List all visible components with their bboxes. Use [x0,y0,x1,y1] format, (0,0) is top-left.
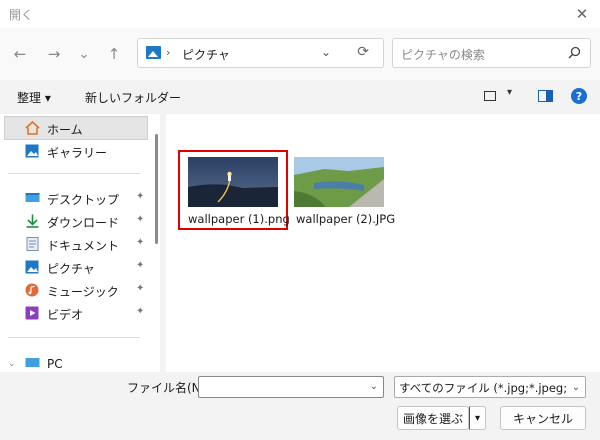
address-bar[interactable]: › ピクチャ ⌄ ⟳ [137,38,384,68]
refresh-icon[interactable]: ⟳ [357,44,369,60]
sidebar-item-label: ミュージック [47,285,119,299]
sidebar-item-label: ビデオ [47,308,84,322]
preview-pane-icon[interactable] [538,90,553,102]
filetype-value: すべてのファイル (*.jpg;*.jpeg;*.bmp [399,381,586,395]
pin-icon[interactable]: ✦ [136,214,144,225]
filetype-select[interactable]: すべてのファイル (*.jpg;*.jpeg;*.bmp ⌄ [394,376,586,398]
sidebar-scrollbar[interactable] [155,134,158,244]
sidebar-item-label: ドキュメント [47,239,120,253]
back-arrow-icon[interactable]: ← [8,43,32,65]
new-folder-button[interactable]: 新しいフォルダー [85,89,181,106]
sidebar-item-home[interactable]: ホーム [4,116,148,140]
sidebar-item-pictures[interactable]: ピクチャ ✦ [4,255,148,279]
sidebar-item-label: デスクトップ [47,193,120,207]
pin-icon[interactable]: ✦ [136,283,144,294]
file-thumbnail [294,157,384,207]
filename-input[interactable]: ⌄ [198,376,384,398]
download-icon [26,214,39,228]
cancel-button[interactable]: キャンセル [500,406,586,430]
pin-icon[interactable]: ✦ [136,306,144,317]
forward-arrow-icon[interactable]: → [42,43,66,65]
sidebar-item-downloads[interactable]: ダウンロード ✦ [4,209,148,233]
chevron-down-icon[interactable]: ⌄ [567,377,585,397]
sidebar-item-music[interactable]: ミュージック ✦ [4,278,148,302]
desktop-icon [25,193,40,202]
title-bar: 開く ✕ [0,0,600,28]
breadcrumb-pictures[interactable]: ピクチャ [182,46,230,63]
up-arrow-icon[interactable]: ↑ [102,43,126,65]
file-item-wallpaper-2[interactable]: wallpaper (2).JPG [291,150,401,230]
file-list: wallpaper (1).png wallpaper (2).JPG [166,114,600,372]
search-input[interactable]: ピクチャの検索 [401,46,485,63]
open-button[interactable]: 画像を選ぶ [397,406,469,430]
pictures-icon [25,260,39,274]
sidebar-item-documents[interactable]: ドキュメント ✦ [4,232,148,256]
pin-icon[interactable]: ✦ [136,191,144,202]
navigation-pane: ホーム ギャラリー デスクトップ ✦ ダウンロード ✦ ドキュメント ✦ ピクチ… [0,114,160,372]
organize-button[interactable]: 整理 ▾ [17,89,51,106]
window-title: 開く [9,8,34,22]
sidebar-item-pc[interactable]: PC [4,352,148,372]
open-options-dropdown[interactable]: ▾ [469,406,486,430]
sidebar-item-videos[interactable]: ビデオ ✦ [4,301,148,325]
breadcrumb-separator-icon: › [166,46,171,59]
help-icon[interactable]: ? [571,88,587,104]
pin-icon[interactable]: ✦ [136,260,144,271]
file-name: wallpaper (1).png [188,212,290,226]
file-item-wallpaper-1[interactable]: wallpaper (1).png [178,150,290,230]
home-icon [25,121,40,135]
chevron-down-icon[interactable]: ⌄ [370,381,378,392]
command-bar: 整理 ▾ 新しいフォルダー ▾ ? [0,80,600,114]
chevron-down-icon[interactable]: ⌄ [321,45,331,59]
documents-icon [26,237,39,251]
sidebar-divider [8,173,140,174]
music-icon [25,283,39,297]
bottom-bar: ファイル名(N): ⌄ すべてのファイル (*.jpg;*.jpeg;*.bmp… [0,372,600,440]
sidebar-item-label: ピクチャ [47,262,95,276]
recent-locations-icon[interactable]: ⌄ [72,43,96,65]
video-icon [25,306,39,320]
file-thumbnail [188,157,278,207]
pin-icon[interactable]: ✦ [136,237,144,248]
sidebar-item-label: ギャラリー [47,146,108,160]
view-dropdown-icon[interactable]: ▾ [507,87,512,98]
search-icon[interactable] [568,46,581,59]
pc-icon [25,358,40,367]
sidebar-item-label: PC [47,357,63,371]
sidebar-divider [8,337,140,338]
sidebar-item-desktop[interactable]: デスクトップ ✦ [4,186,148,210]
file-name: wallpaper (2).JPG [296,212,396,226]
close-icon[interactable]: ✕ [564,0,600,28]
view-options-icon[interactable] [484,91,496,101]
gallery-icon [25,144,39,158]
pictures-icon [146,46,161,59]
sidebar-item-label: ダウンロード [47,216,120,230]
search-box[interactable]: ピクチャの検索 [392,38,591,68]
sidebar-item-label: ホーム [47,123,83,137]
sidebar-item-gallery[interactable]: ギャラリー [4,139,148,163]
